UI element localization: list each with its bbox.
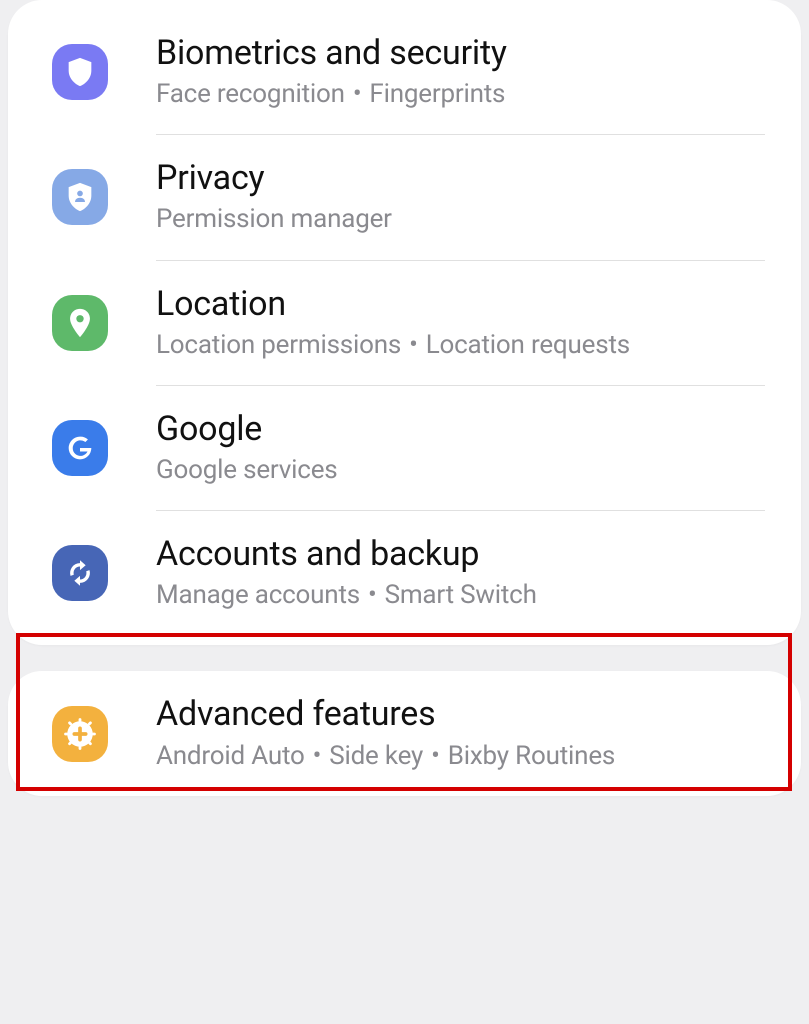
settings-card-advanced: Advanced features Android Auto•Side key•… — [8, 671, 801, 795]
settings-item-text: Privacy Permission manager — [156, 159, 392, 235]
settings-item-text: Biometrics and security Face recognition… — [156, 34, 507, 110]
settings-item-location[interactable]: Location Location permissions•Location r… — [8, 261, 801, 385]
item-subtitle: Location permissions•Location requests — [156, 330, 630, 361]
settings-item-google[interactable]: Google Google services — [8, 386, 801, 510]
google-icon — [52, 420, 108, 476]
item-subtitle: Google services — [156, 455, 338, 486]
settings-item-text: Location Location permissions•Location r… — [156, 285, 630, 361]
sync-icon — [52, 545, 108, 601]
item-title: Privacy — [156, 159, 392, 198]
location-pin-icon — [52, 295, 108, 351]
item-title: Biometrics and security — [156, 34, 507, 73]
settings-item-accounts-backup[interactable]: Accounts and backup Manage accounts•Smar… — [8, 511, 801, 645]
item-title: Accounts and backup — [156, 535, 537, 574]
item-subtitle: Manage accounts•Smart Switch — [156, 580, 537, 611]
item-subtitle: Permission manager — [156, 204, 392, 235]
item-title: Location — [156, 285, 630, 324]
settings-item-privacy[interactable]: Privacy Permission manager — [8, 135, 801, 259]
item-subtitle: Android Auto•Side key•Bixby Routines — [156, 741, 615, 772]
item-subtitle: Face recognition•Fingerprints — [156, 79, 507, 110]
shield-icon — [52, 44, 108, 100]
privacy-shield-icon — [52, 169, 108, 225]
settings-item-text: Accounts and backup Manage accounts•Smar… — [156, 535, 537, 611]
plus-gear-icon — [52, 706, 108, 762]
settings-item-advanced-features[interactable]: Advanced features Android Auto•Side key•… — [8, 671, 801, 795]
item-title: Advanced features — [156, 695, 615, 734]
item-title: Google — [156, 410, 338, 449]
settings-page: Biometrics and security Face recognition… — [0, 0, 809, 1024]
settings-item-text: Advanced features Android Auto•Side key•… — [156, 695, 615, 771]
settings-item-biometrics[interactable]: Biometrics and security Face recognition… — [8, 10, 801, 134]
settings-item-text: Google Google services — [156, 410, 338, 486]
settings-card-main: Biometrics and security Face recognition… — [8, 0, 801, 645]
